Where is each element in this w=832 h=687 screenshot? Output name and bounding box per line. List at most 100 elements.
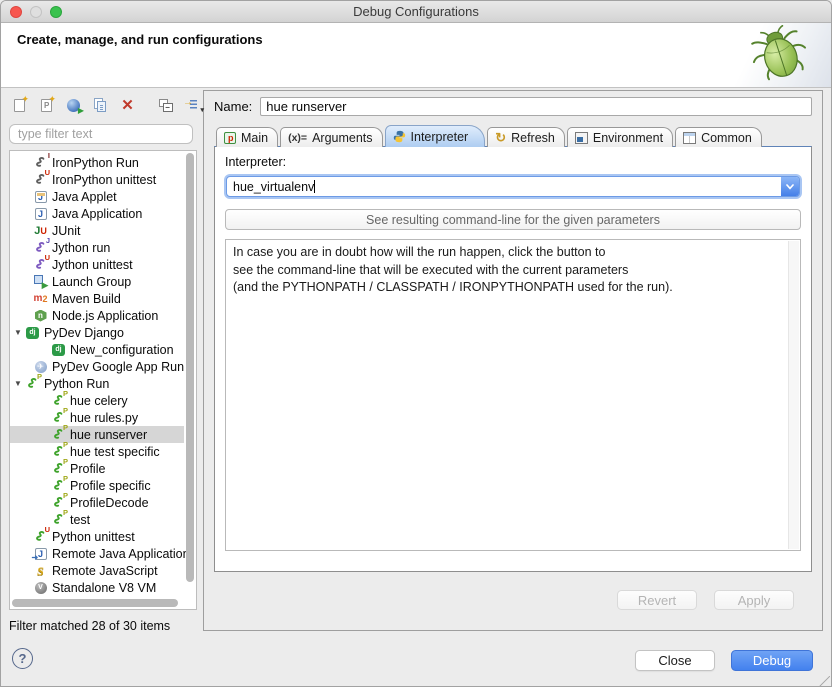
configurations-sidebar: ✦P✦▶✕−→▾ IIronPython RunUIronPython unit… [1,88,201,633]
remote-java-icon: J➜ [32,546,49,561]
tree-item[interactable]: JUJUnit [10,222,184,239]
tree-horizontal-scrollbar[interactable] [12,598,183,608]
tree-item[interactable]: Phue test specific [10,443,184,460]
scrollbar-thumb[interactable] [186,153,194,582]
tree-item-label: PyDev Google App Run [52,360,184,374]
nodejs-icon: n [32,308,49,323]
config-tabs: pMain(x)=Arguments Interpreter ↻ Refresh Env… [214,125,812,147]
configurations-tree: IIronPython RunUIronPython unittestJJava… [9,150,197,610]
python-run-icon: P [50,512,67,527]
filter-icon: →▾ [184,98,201,113]
info-scrollbar[interactable] [788,241,799,549]
tree-item[interactable]: VStandalone V8 VM [10,579,184,596]
tree-item[interactable]: Phue celery [10,392,184,409]
interpreter-tab-panel: Interpreter: hue_virtualenv See resultin… [214,146,812,572]
tree-item[interactable]: Ptest [10,511,184,528]
delete-icon: ✕ [119,98,136,113]
python-run-icon: P [24,376,41,391]
traffic-lights [10,6,62,18]
scrollbar-thumb[interactable] [12,599,178,607]
tree-item[interactable]: Phue runserver [10,426,184,443]
tab-main[interactable]: pMain [216,127,278,147]
minimize-window-button[interactable] [30,6,42,18]
tree-item[interactable]: Phue rules.py [10,409,184,426]
tree-item[interactable]: m2Maven Build [10,290,184,307]
tree-item[interactable]: J➜Remote Java Application [10,545,184,562]
tree-item-label: hue test specific [70,445,160,459]
tree-item-label: IronPython unittest [52,173,156,187]
see-command-line-button[interactable]: See resulting command-line for the given… [225,209,801,230]
interpreter-combo-text: hue_virtualenv [227,180,781,194]
tree-item[interactable]: JJava Application [10,205,184,222]
filter-launch-configurations-button[interactable]: →▾ [184,95,204,115]
tree-item[interactable]: JJava Applet [10,188,184,205]
tree-item[interactable]: ▼djPyDev Django [10,324,184,341]
resize-grip[interactable] [819,676,830,687]
environment-icon [575,132,588,144]
tab-label: Interpreter [411,130,469,144]
tree-item[interactable]: SRemote JavaScript [10,562,184,579]
ironpython-unittest-icon: U [32,172,49,187]
info-textarea: In case you are in doubt how will the ru… [225,239,801,551]
tree-item-label: Jython unittest [52,258,133,272]
tree-item-label: Node.js Application [52,309,158,323]
export-configurations-button[interactable]: ▶ [65,95,85,115]
delete-configuration-button[interactable]: ✕ [119,95,139,115]
jython-unittest-icon: U [32,257,49,272]
tree-item[interactable]: ▼PPython Run [10,375,184,392]
tree-item-label: Python unittest [52,530,135,544]
tab-environment[interactable]: Environment [567,127,673,147]
launch-group-icon: ▶ [32,274,49,289]
duplicate-icon [92,98,109,113]
tab-label: Refresh [511,131,555,145]
tab-interpreter[interactable]: Interpreter [385,125,486,147]
new-launch-configuration-button[interactable]: ✦ [11,95,31,115]
dialog-content: ✦P✦▶✕−→▾ IIronPython RunUIronPython unit… [1,88,831,633]
name-input[interactable] [260,97,812,116]
java-application-icon: J [32,206,49,221]
chevron-down-icon [786,184,794,190]
help-button[interactable]: ? [12,648,33,669]
configuration-panel: Name: pMain(x)=ArgumentsInterpreter↻Refr… [203,90,823,631]
duplicate-configuration-button[interactable] [92,95,112,115]
tree-item[interactable]: IIronPython Run [10,154,184,171]
tab-common[interactable]: Common [675,127,762,147]
tree-vertical-scrollbar[interactable] [185,153,195,595]
interpreter-combo[interactable]: hue_virtualenv [226,176,800,197]
text-cursor [314,180,315,193]
dialog-header: Create, manage, and run configurations [1,23,831,88]
refresh-icon: ↻ [495,131,506,144]
tab-refresh[interactable]: ↻ Refresh [487,127,565,147]
tree-item-label: Profile [70,462,105,476]
apply-button[interactable]: Apply [714,590,794,610]
collapse-all-button[interactable]: − [157,95,177,115]
new-prototype-button[interactable]: P✦ [38,95,58,115]
tree-item[interactable]: UJython unittest [10,256,184,273]
tree-item[interactable]: UPython unittest [10,528,184,545]
java-applet-icon: J [32,189,49,204]
configurations-toolbar: ✦ P✦ ▶ ✕ −→▾ [9,94,201,116]
debug-button[interactable]: Debug [731,650,813,671]
filter-input[interactable] [9,124,193,144]
revert-button[interactable]: Revert [617,590,697,610]
tree-item[interactable]: nNode.js Application [10,307,184,324]
tree-item[interactable]: ▶Launch Group [10,273,184,290]
disclosure-triangle-icon[interactable]: ▼ [12,379,24,388]
close-button[interactable]: Close [635,650,715,671]
tree-item[interactable]: PProfile [10,460,184,477]
disclosure-triangle-icon[interactable]: ▼ [12,328,24,337]
tree-item[interactable]: JJython run [10,239,184,256]
tree-item-label: test [70,513,90,527]
tree-item[interactable]: djNew_configuration [10,341,184,358]
pydev-main-icon: p [224,132,236,144]
zoom-window-button[interactable] [50,6,62,18]
tree-item[interactable]: PProfile specific [10,477,184,494]
close-window-button[interactable] [10,6,22,18]
arguments-icon: (x)= [288,132,307,144]
tab-arguments[interactable]: (x)=Arguments [280,127,382,147]
tree-item[interactable]: UIronPython unittest [10,171,184,188]
combo-dropdown-button[interactable] [781,177,799,196]
export-icon: ▶ [65,98,82,113]
tree-item[interactable]: PProfileDecode [10,494,184,511]
tree-item-label: Maven Build [52,292,121,306]
